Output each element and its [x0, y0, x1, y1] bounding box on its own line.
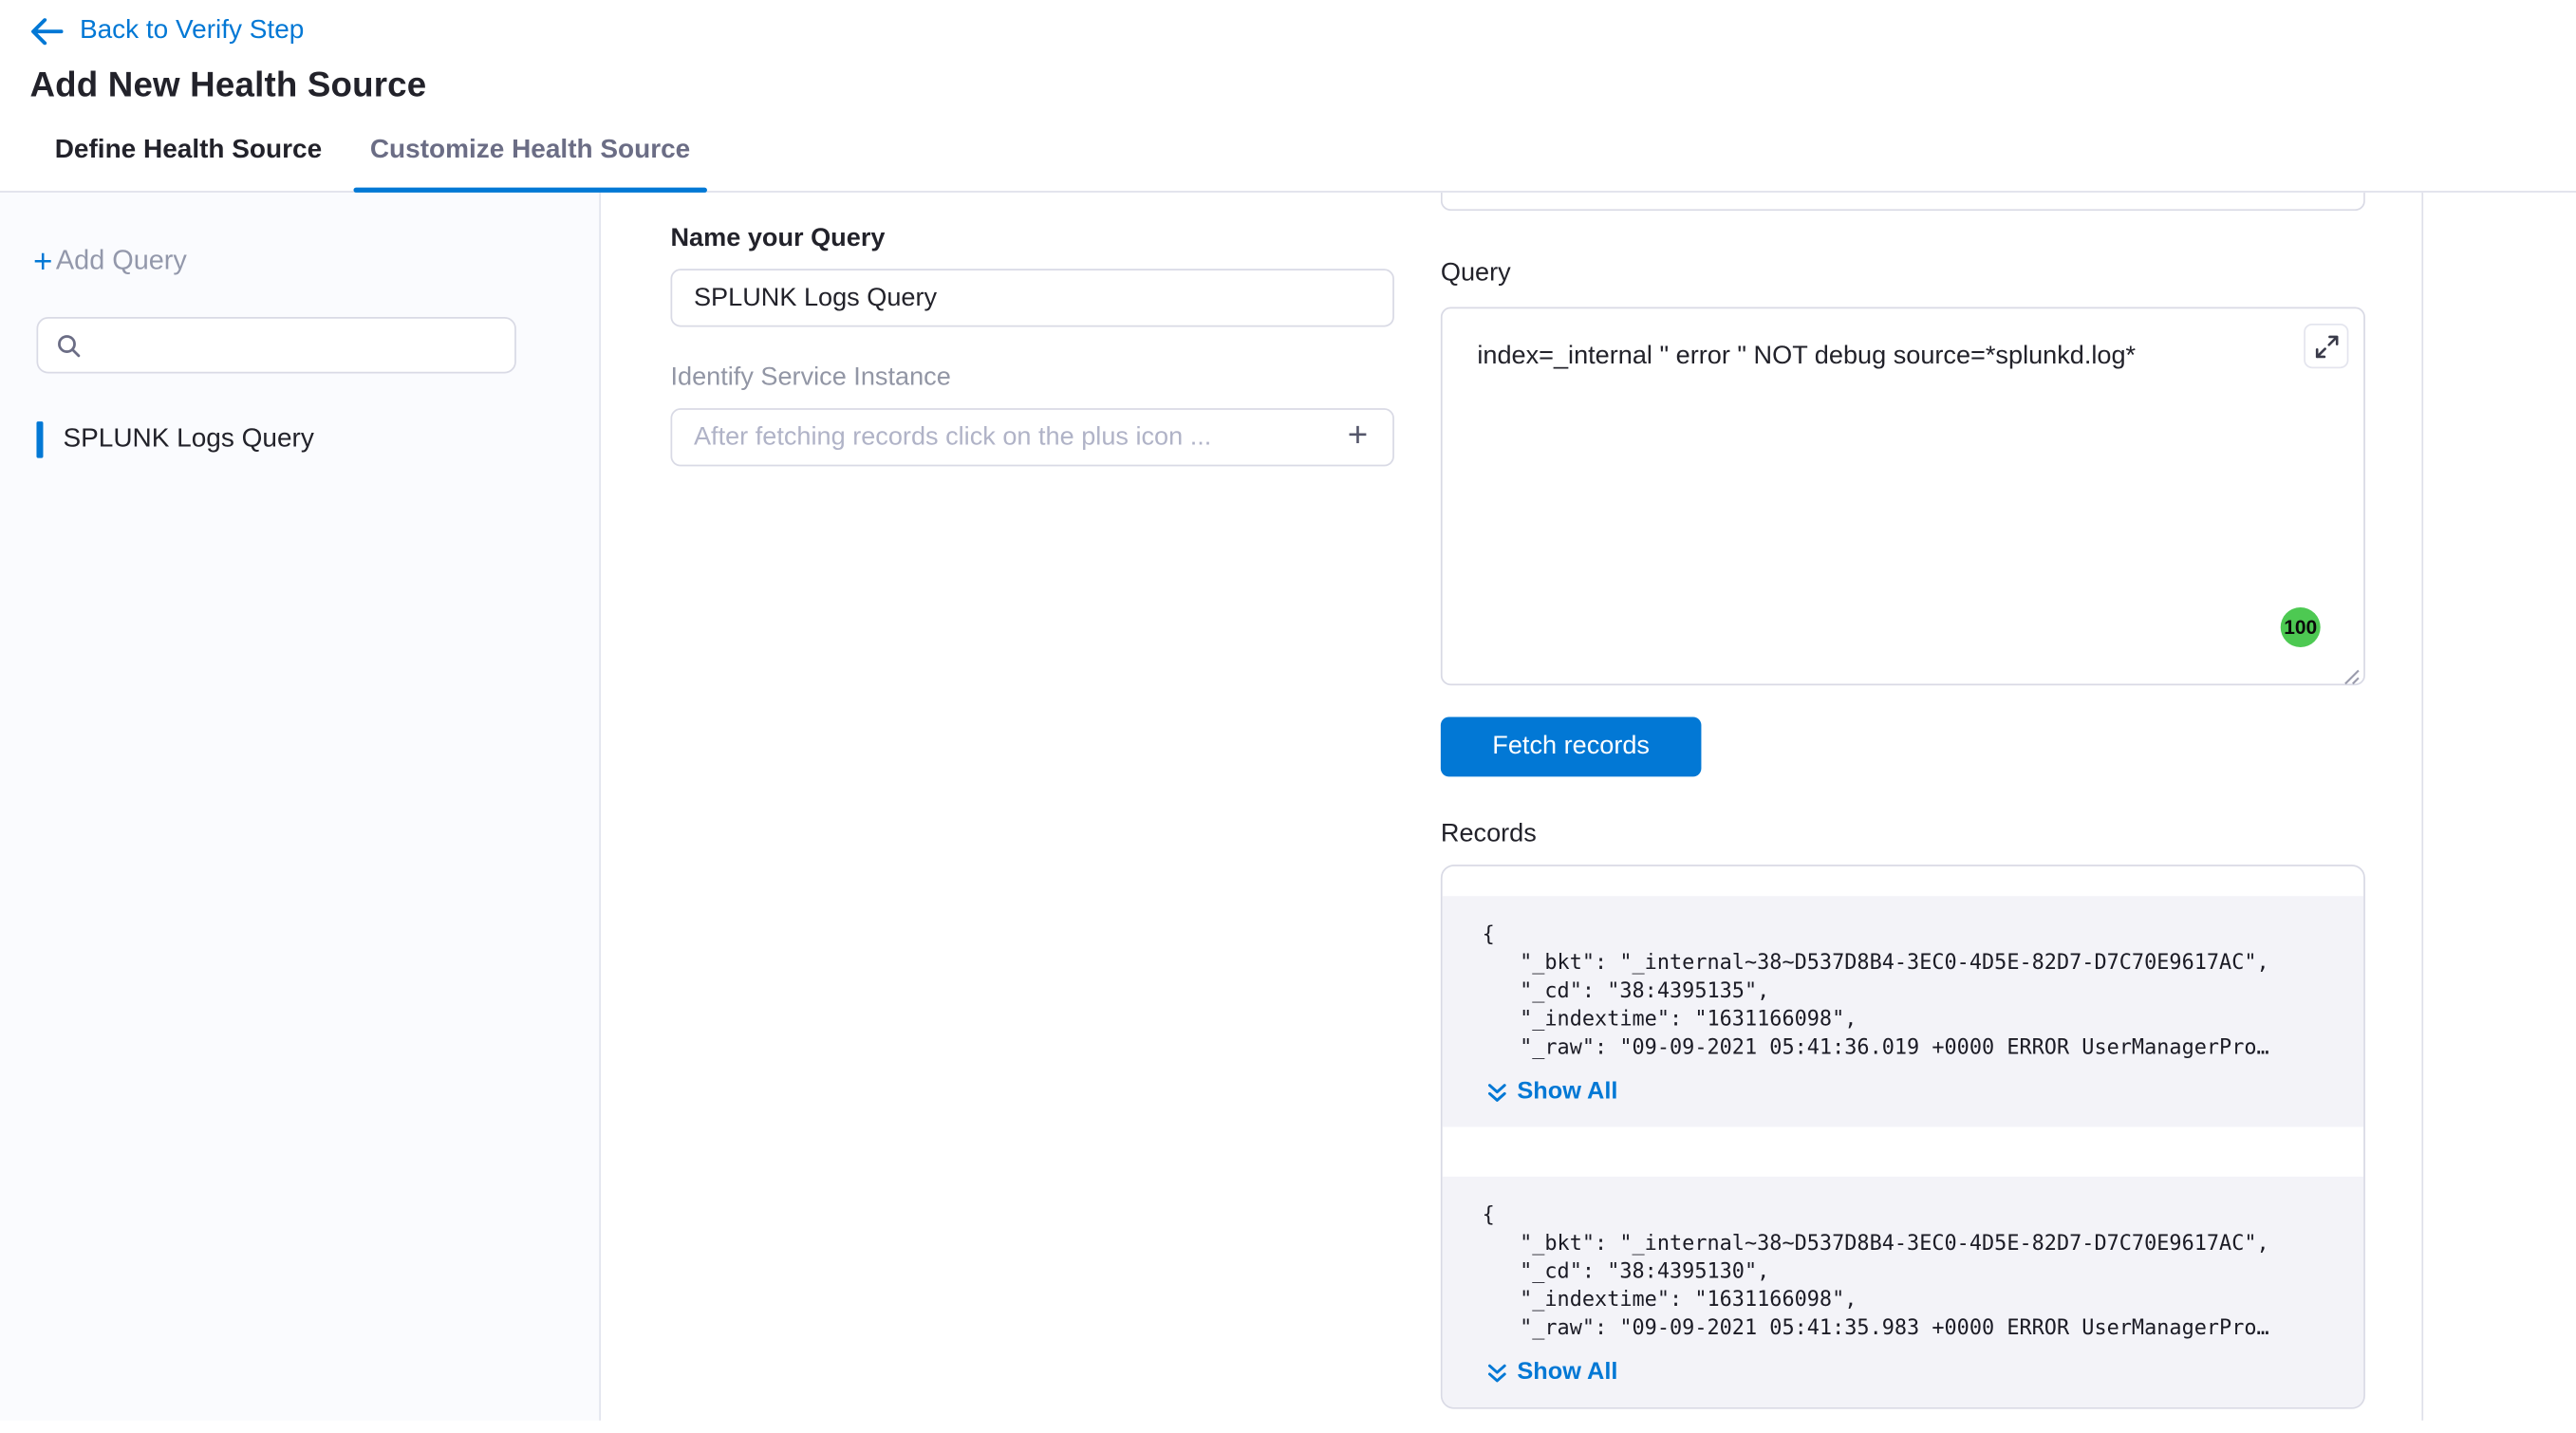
back-link[interactable]: Back to Verify Step — [0, 11, 2576, 51]
record-json-line: { — [1483, 1200, 2324, 1228]
selected-indicator-bar — [36, 421, 43, 457]
query-item-label: SPLUNK Logs Query — [63, 425, 313, 455]
record-count-badge: 100 — [2281, 607, 2321, 647]
records-card: { "_bkt": "_internal~38~D537D8B4-3EC0-4D… — [1441, 865, 2365, 1409]
page-header: Back to Verify Step Add New Health Sourc… — [0, 0, 2576, 106]
query-sidebar: + Add Query SPLUNK Logs Query — [0, 193, 601, 1421]
record-json-line: { — [1483, 920, 2324, 948]
content-area: + Add Query SPLUNK Logs Query Name your … — [0, 193, 2576, 1421]
record-json-line: "_bkt": "_internal~38~D537D8B4-3EC0-4D5E… — [1483, 1228, 2324, 1256]
record-item: { "_bkt": "_internal~38~D537D8B4-3EC0-4D… — [1443, 1177, 2364, 1407]
tab-customize-health-source[interactable]: Customize Health Source — [353, 136, 706, 191]
query-column: Query index=_internal " error " NOT debu… — [1441, 193, 2365, 1421]
expand-icon — [2315, 334, 2338, 357]
service-instance-label: Identify Service Instance — [670, 363, 1393, 393]
show-all-link[interactable]: Show All — [1483, 1079, 2324, 1106]
query-search-box[interactable] — [36, 317, 515, 373]
resize-handle-icon[interactable] — [2343, 663, 2360, 679]
query-editor[interactable]: index=_internal " error " NOT debug sour… — [1441, 307, 2365, 686]
back-link-label[interactable]: Back to Verify Step — [80, 16, 304, 46]
search-icon — [56, 333, 81, 358]
record-json-line: "_raw": "09-09-2021 05:41:35.983 +0000 E… — [1483, 1312, 2324, 1341]
search-input[interactable] — [82, 319, 514, 372]
query-name-input[interactable] — [670, 269, 1393, 326]
show-all-link[interactable]: Show All — [1483, 1359, 2324, 1386]
plus-icon[interactable]: + — [1337, 417, 1377, 456]
page-title: Add New Health Source — [0, 66, 2576, 106]
query-form-column: Name your Query Identify Service Instanc… — [670, 193, 1393, 1421]
service-instance-field: + — [670, 408, 1393, 466]
record-json-line: "_cd": "38:4395130", — [1483, 1256, 2324, 1285]
app-root: Back to Verify Step Add New Health Sourc… — [0, 0, 2576, 1433]
record-json-line: "_indextime": "1631166098", — [1483, 1004, 2324, 1033]
record-item: { "_bkt": "_internal~38~D537D8B4-3EC0-4D… — [1443, 896, 2364, 1126]
show-all-label: Show All — [1517, 1079, 1617, 1106]
tabbar: Define Health Source Customize Health So… — [0, 106, 2576, 193]
show-all-label: Show All — [1517, 1359, 1617, 1386]
fetch-records-button[interactable]: Fetch records — [1441, 716, 1702, 776]
record-json-line: "_raw": "09-09-2021 05:41:36.019 +0000 E… — [1483, 1033, 2324, 1061]
add-query-label: Add Query — [56, 246, 187, 277]
right-panel-divider — [2421, 193, 2576, 1421]
records-label: Records — [1441, 820, 2365, 849]
record-json-line: "_indextime": "1631166098", — [1483, 1285, 2324, 1313]
chevron-double-down-icon — [1487, 1081, 1507, 1103]
record-json-line: "_cd": "38:4395135", — [1483, 976, 2324, 1004]
expand-button[interactable] — [2304, 324, 2348, 368]
clipped-input[interactable] — [1441, 193, 2365, 211]
plus-icon: + — [33, 247, 52, 276]
service-instance-input[interactable] — [670, 408, 1393, 466]
name-query-label: Name your Query — [670, 224, 1393, 253]
main-panel: Name your Query Identify Service Instanc… — [601, 193, 2421, 1421]
add-query-button[interactable]: + Add Query — [0, 246, 599, 277]
tab-define-health-source[interactable]: Define Health Source — [38, 136, 338, 191]
arrow-left-icon — [29, 18, 63, 45]
query-list: SPLUNK Logs Query — [0, 419, 599, 461]
chevron-double-down-icon — [1487, 1362, 1507, 1384]
query-list-item[interactable]: SPLUNK Logs Query — [0, 419, 599, 461]
query-label: Query — [1441, 259, 2365, 288]
record-json-line: "_bkt": "_internal~38~D537D8B4-3EC0-4D5E… — [1483, 948, 2324, 977]
query-text[interactable]: index=_internal " error " NOT debug sour… — [1477, 340, 2284, 375]
